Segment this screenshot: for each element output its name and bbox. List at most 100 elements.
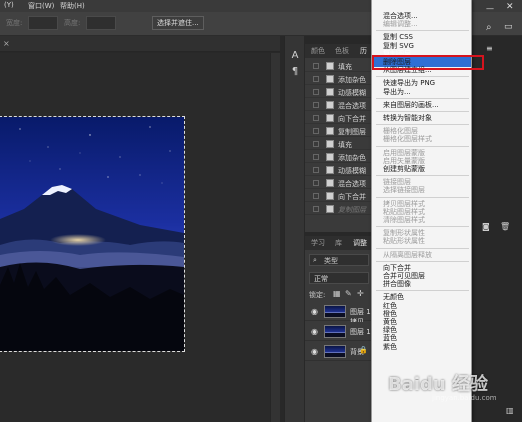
blend-mode-select[interactable]: 正常 [309, 272, 369, 284]
character-panel-icon[interactable]: A [289, 50, 301, 62]
document-image[interactable] [0, 116, 185, 352]
history-row[interactable]: 动感模糊 [305, 86, 371, 98]
lock-move-icon[interactable]: ✛ [357, 289, 364, 298]
menu-item[interactable]: 绿色 [383, 326, 397, 334]
search-icon[interactable]: ⌕ [486, 22, 492, 33]
snapshot-source-icon[interactable] [313, 193, 319, 199]
history-row[interactable]: 向下合并 [305, 112, 371, 124]
menu-item[interactable]: 无颜色 [383, 293, 404, 301]
snapshot-source-icon[interactable] [313, 102, 319, 108]
mount-fuji-night-photo [0, 117, 184, 351]
menu-item[interactable]: 创建剪贴蒙版 [383, 165, 425, 173]
menu-help[interactable]: 帮助(H) [60, 1, 85, 11]
snapshot-source-icon[interactable] [313, 167, 319, 173]
snapshot-source-icon[interactable] [313, 206, 319, 212]
menu-item[interactable]: 蓝色 [383, 334, 397, 342]
layer-thumbnail[interactable] [324, 345, 346, 358]
snapshot-source-icon[interactable] [313, 180, 319, 186]
history-step-label: 动感模糊 [338, 167, 366, 175]
menu-item[interactable]: 橙色 [383, 310, 397, 318]
history-row[interactable]: 动感模糊 [305, 164, 371, 176]
snapshot-source-icon[interactable] [313, 115, 319, 121]
snapshot-source-icon[interactable] [313, 63, 319, 69]
layer-thumbnail[interactable] [324, 325, 346, 338]
tab-color[interactable]: 颜色 [311, 46, 325, 56]
snapshot-source-icon[interactable] [313, 76, 319, 82]
snapshot-source-icon[interactable] [313, 89, 319, 95]
menu-item[interactable]: 红色 [383, 302, 397, 310]
document-tab-bar: × [0, 36, 280, 52]
width-field[interactable] [28, 16, 58, 30]
history-row[interactable]: 添加杂色 [305, 151, 371, 163]
menu-item[interactable]: 向下合并 [383, 264, 411, 272]
menu-item[interactable]: 合并可见图层 [383, 272, 425, 280]
history-row[interactable]: 添加杂色 [305, 73, 371, 85]
camera-icon[interactable]: ◙ [482, 222, 490, 231]
menu-item[interactable]: 导出为... [383, 88, 411, 96]
select-and-mask-button[interactable]: 选择并遮住... [152, 16, 204, 30]
layers-panel-tabs: 学习 库 调整 [305, 236, 371, 250]
close-icon[interactable]: ✕ [506, 2, 514, 12]
history-step-label: 添加杂色 [338, 76, 366, 84]
menu-separator [376, 226, 469, 228]
panel-menu-icon[interactable]: ≡ [486, 44, 493, 53]
menu-item[interactable]: 转换为智能对象 [383, 114, 432, 122]
menu-item[interactable]: 快速导出为 PNG [383, 79, 435, 87]
history-row[interactable]: 填充 [305, 138, 371, 150]
snapshot-source-icon[interactable] [313, 128, 319, 134]
menu-item[interactable]: 复制 CSS [383, 33, 413, 41]
menu-item[interactable]: 紫色 [383, 343, 397, 351]
layer-name[interactable]: 图层 1 [350, 327, 371, 337]
menu-image[interactable]: (Y) [4, 1, 14, 9]
menu-item: 选择链接图层 [383, 186, 425, 195]
layer-row[interactable]: ◉ 背景 🔒 [305, 342, 371, 361]
menu-separator [376, 145, 469, 147]
menu-item: 拷贝图层样式 [383, 199, 425, 208]
canvas-scrollbar[interactable] [270, 53, 280, 422]
menu-separator [376, 247, 469, 249]
delete-layer-icon[interactable]: ▥ [506, 406, 514, 415]
delete-icon[interactable]: 🗑 [500, 222, 510, 231]
lock-icon: 🔒 [359, 346, 368, 354]
history-row[interactable]: 向下合并 [305, 190, 371, 202]
layer-thumbnail[interactable] [324, 305, 346, 318]
workspace-icon[interactable]: ▭ [504, 22, 513, 32]
layer-row[interactable]: ◉ 图层 1 [305, 322, 371, 341]
history-row[interactable]: 混合选项 [305, 177, 371, 189]
menu-separator [376, 124, 469, 126]
tab-libraries[interactable]: 库 [335, 238, 342, 248]
visibility-eye-icon[interactable]: ◉ [311, 307, 318, 316]
tab-history[interactable]: 历 [360, 46, 367, 56]
menu-item[interactable]: 来自图层的画板... [383, 101, 439, 109]
menu-item: 启用矢量蒙版 [383, 156, 425, 165]
minimize-icon[interactable]: — [486, 4, 494, 13]
snapshot-source-icon[interactable] [313, 154, 319, 160]
tab-adjustments[interactable]: 调整 [353, 238, 367, 248]
snapshot-source-icon[interactable] [313, 141, 319, 147]
history-step-icon [326, 88, 334, 96]
history-row[interactable]: 混合选项 [305, 99, 371, 111]
menu-window[interactable]: 窗口(W) [28, 1, 54, 11]
layers-panel: 学习 库 调整 ⌕ 类型 正常 锁定: ▦ ✎ ✛ ◉图层 1 拷贝◉图层 1◉… [305, 236, 371, 422]
tab-swatches[interactable]: 色板 [335, 46, 349, 56]
height-field[interactable] [86, 16, 116, 30]
menu-item[interactable]: 复制 SVG [383, 42, 414, 50]
menu-item[interactable]: 黄色 [383, 318, 397, 326]
layer-row[interactable]: ◉图层 1 拷贝 [305, 302, 371, 326]
history-step-label: 动感模糊 [338, 89, 366, 97]
visibility-eye-icon[interactable]: ◉ [311, 327, 318, 336]
layer-filter-select[interactable]: ⌕ 类型 [309, 254, 369, 266]
close-tab-icon[interactable]: × [3, 39, 10, 48]
lock-pixels-icon[interactable]: ▦ [333, 289, 341, 298]
tab-learn[interactable]: 学习 [311, 238, 325, 248]
menu-item[interactable]: 混合选项... [383, 12, 418, 20]
visibility-eye-icon[interactable]: ◉ [311, 347, 318, 356]
history-row[interactable]: 填充 [305, 60, 371, 72]
paragraph-panel-icon[interactable]: ¶ [289, 66, 301, 78]
lock-paint-icon[interactable]: ✎ [345, 289, 352, 298]
history-row[interactable]: 复制图层 [305, 125, 371, 137]
menu-item: 粘贴形状属性 [383, 237, 425, 246]
history-row[interactable]: 复制图层 [305, 203, 371, 215]
menu-item[interactable]: 拼合图像 [383, 280, 411, 288]
menu-item: 复制形状属性 [383, 229, 425, 238]
